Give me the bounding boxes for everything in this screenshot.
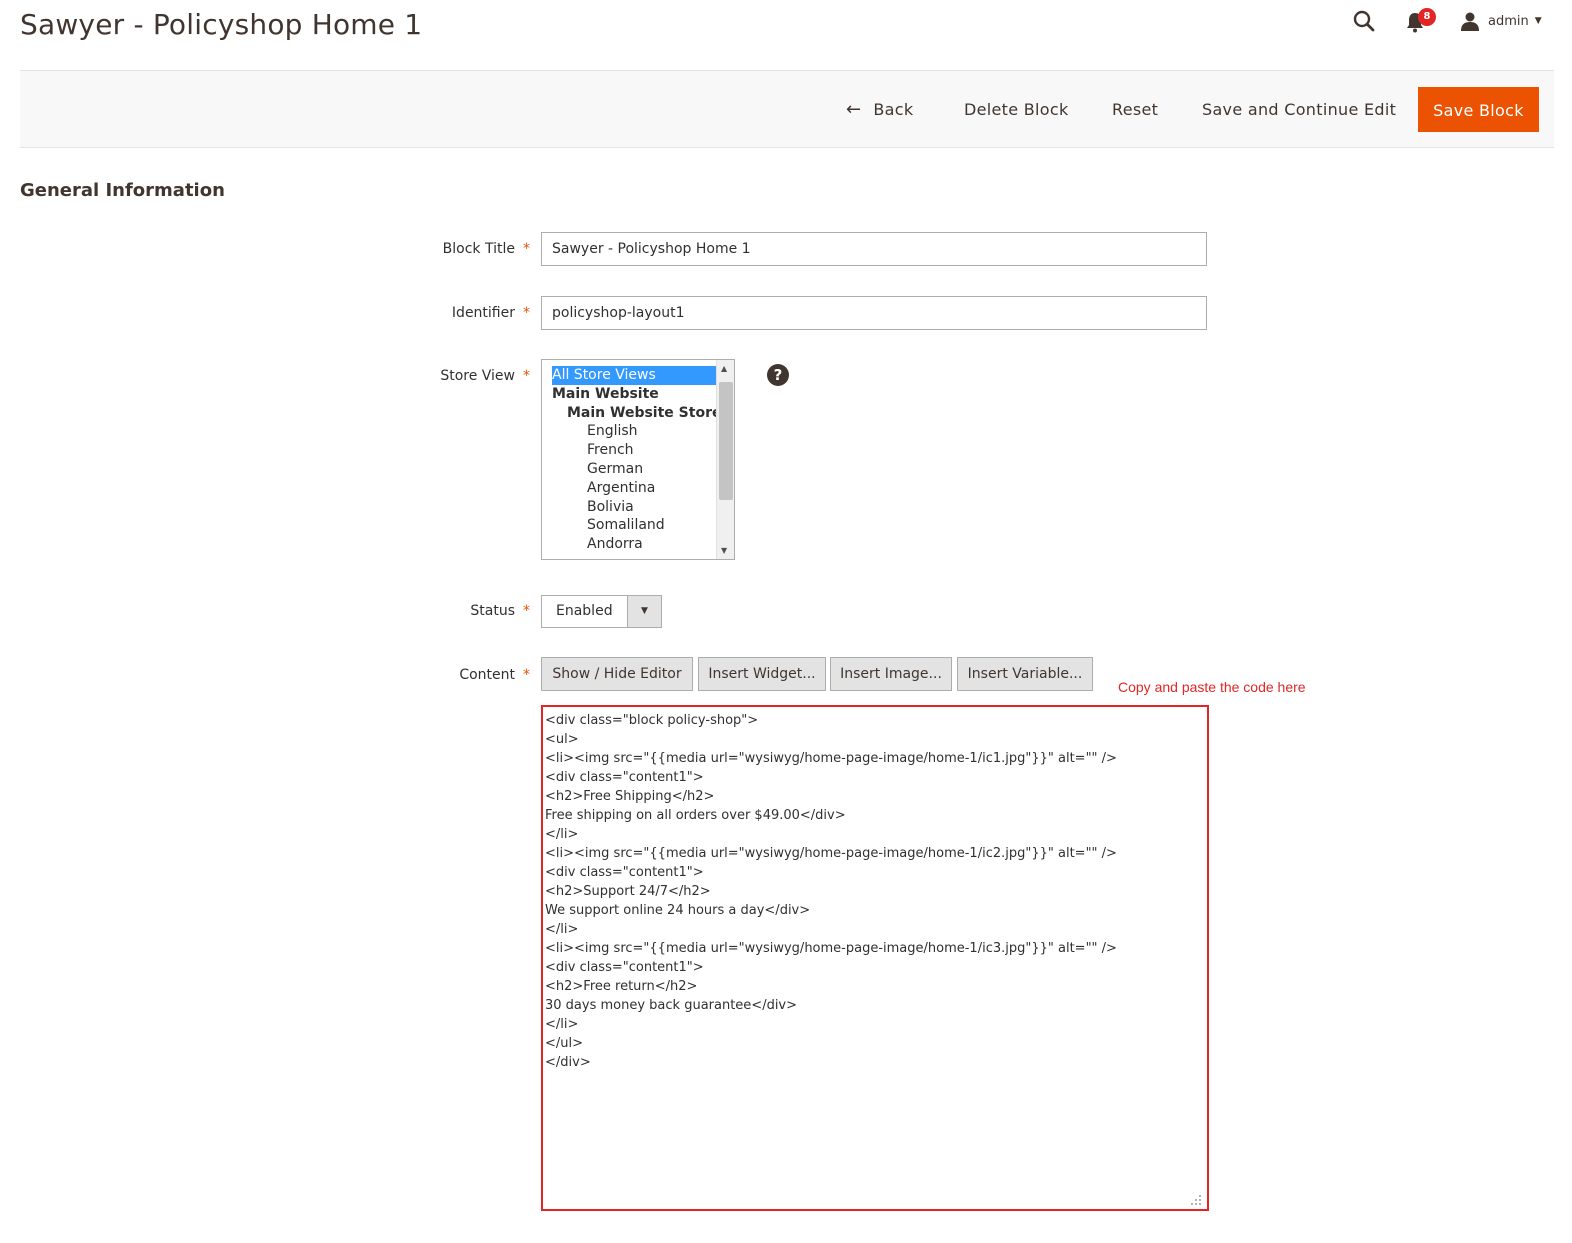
required-indicator: *	[523, 241, 530, 257]
delete-block-button[interactable]: Delete Block	[964, 87, 1069, 132]
status-select-value: Enabled	[556, 603, 613, 619]
scroll-up-icon[interactable]: ▲	[721, 364, 727, 373]
scrollbar[interactable]: ▲ ▼	[716, 360, 734, 559]
show-hide-editor-button[interactable]: Show / Hide Editor	[541, 657, 693, 691]
save-and-continue-button[interactable]: Save and Continue Edit	[1202, 87, 1396, 132]
content-label: Content *	[459, 667, 530, 683]
required-indicator: *	[523, 368, 530, 384]
store-view-option[interactable]: Andorra	[552, 535, 717, 554]
user-menu[interactable]: admin ▼	[1460, 10, 1542, 32]
arrow-left-icon: ←	[846, 99, 862, 120]
save-block-button[interactable]: Save Block	[1418, 87, 1539, 132]
user-name: admin	[1488, 13, 1529, 29]
identifier-input[interactable]: policyshop-layout1	[541, 296, 1207, 330]
required-indicator: *	[523, 667, 530, 683]
insert-variable-button[interactable]: Insert Variable...	[957, 657, 1093, 691]
scroll-down-icon[interactable]: ▼	[721, 546, 727, 555]
scroll-thumb[interactable]	[719, 382, 733, 500]
status-label: Status *	[470, 603, 530, 619]
store-view-multiselect[interactable]: All Store Views Main Website Main Website …	[541, 359, 735, 560]
required-indicator: *	[523, 305, 530, 321]
store-view-option[interactable]: Somaliland	[552, 516, 717, 535]
chevron-down-icon: ▼	[1534, 16, 1542, 26]
store-view-option[interactable]: All Store Views	[552, 366, 717, 385]
store-view-option[interactable]: German	[552, 460, 717, 479]
block-title-label: Block Title *	[442, 241, 530, 257]
back-button-label: Back	[873, 100, 914, 119]
block-title-input[interactable]: Sawyer - Policyshop Home 1	[541, 232, 1207, 266]
store-view-option[interactable]: Argentina	[552, 479, 717, 498]
chevron-down-icon: ▼	[627, 596, 661, 627]
section-title: General Information	[20, 180, 225, 201]
store-view-label: Store View *	[440, 368, 530, 384]
store-view-option[interactable]: French	[552, 441, 717, 460]
paste-code-hint: Copy and paste the code here	[1118, 679, 1306, 695]
insert-widget-button[interactable]: Insert Widget...	[698, 657, 826, 691]
help-icon[interactable]: ?	[767, 364, 789, 386]
insert-image-button[interactable]: Insert Image...	[830, 657, 952, 691]
notification-count-badge[interactable]: 8	[1418, 8, 1436, 26]
back-button[interactable]: ← Back	[846, 87, 913, 132]
store-view-option[interactable]: Main Website Store	[552, 404, 721, 423]
required-indicator: *	[523, 603, 530, 619]
store-view-option[interactable]: Main Website	[552, 385, 717, 404]
store-view-option[interactable]: English	[552, 422, 717, 441]
reset-button[interactable]: Reset	[1112, 87, 1158, 132]
status-select[interactable]: Enabled ▼	[541, 595, 662, 628]
store-view-option[interactable]: Bolivia	[552, 498, 717, 517]
content-textarea[interactable]: <div class="block policy-shop"> <ul> <li…	[541, 705, 1209, 1211]
search-icon[interactable]	[1352, 9, 1376, 33]
store-view-options: All Store Views Main Website Main Website …	[552, 366, 721, 554]
page-actions-toolbar: ← Back Delete Block Reset Save and Contin…	[20, 70, 1554, 148]
page-title: Sawyer - Policyshop Home 1	[20, 8, 423, 41]
resize-handle-icon[interactable]	[1190, 1194, 1202, 1206]
user-icon	[1461, 12, 1479, 31]
identifier-label: Identifier *	[451, 305, 530, 321]
